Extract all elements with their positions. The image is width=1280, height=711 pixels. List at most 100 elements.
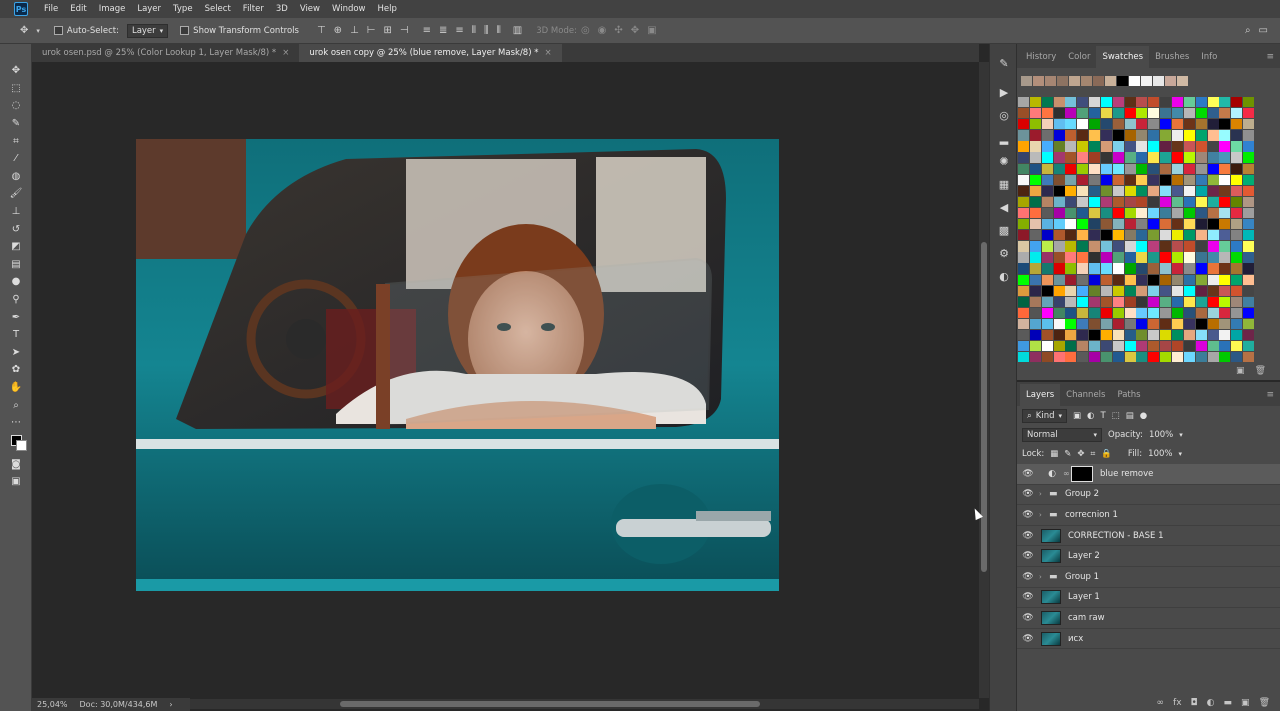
swatch[interactable] (1207, 263, 1219, 274)
swatch[interactable] (1148, 241, 1160, 252)
properties-icon[interactable]: ▦ (990, 173, 1018, 196)
swatch[interactable] (1207, 185, 1219, 197)
swatch[interactable] (1029, 285, 1041, 296)
swatch[interactable] (1053, 241, 1065, 252)
swatch[interactable] (1100, 296, 1112, 307)
quick-mask-icon[interactable]: ◙ (0, 455, 32, 473)
swatch[interactable] (1089, 130, 1101, 141)
swatch[interactable] (1105, 76, 1116, 87)
swatch[interactable] (1136, 241, 1148, 252)
swatch[interactable] (1089, 163, 1101, 174)
swatch[interactable] (1029, 119, 1041, 130)
swatch[interactable] (1053, 219, 1065, 230)
swatch[interactable] (1136, 230, 1148, 241)
swatch[interactable] (1077, 196, 1089, 208)
chevron-right-icon[interactable]: › (1039, 511, 1049, 519)
swatch[interactable] (1124, 141, 1136, 152)
swatch[interactable] (1018, 97, 1029, 108)
swatch[interactable] (1136, 141, 1148, 152)
swatch[interactable] (1112, 152, 1124, 163)
swatch[interactable] (1136, 274, 1148, 285)
swatch[interactable] (1124, 219, 1136, 230)
swatch[interactable] (1100, 119, 1112, 130)
swatch[interactable] (1053, 352, 1065, 363)
distribute-left-icon[interactable]: ⫴ (472, 25, 476, 36)
swatch[interactable] (1160, 219, 1172, 230)
eye-icon[interactable]: 👁 (1017, 489, 1039, 499)
swatch[interactable] (1065, 296, 1077, 307)
swatch[interactable] (1077, 163, 1089, 174)
chevron-down-icon[interactable]: ▾ (1178, 450, 1182, 458)
stamp-tool-icon[interactable]: ⊥ (0, 203, 32, 221)
swatch[interactable] (1148, 163, 1160, 174)
swatch[interactable] (1100, 108, 1112, 119)
swatch[interactable] (1029, 352, 1041, 363)
swatch[interactable] (1183, 108, 1195, 119)
play-icon[interactable]: ▶ (990, 81, 1018, 104)
swatch[interactable] (1160, 252, 1172, 263)
swatch[interactable] (1231, 307, 1243, 319)
swatch[interactable] (1117, 76, 1128, 87)
horizontal-scrollbar[interactable] (190, 699, 979, 709)
swatch[interactable] (1195, 341, 1207, 352)
swatch[interactable] (1160, 263, 1172, 274)
swatches-thumb-icon[interactable]: ▩ (990, 219, 1018, 242)
swatch[interactable] (1183, 141, 1195, 152)
tab-swatches[interactable]: Swatches (1096, 46, 1150, 68)
layer-mask-thumbnail[interactable] (1071, 465, 1093, 482)
eyedropper-tool-icon[interactable]: ⁄ (0, 150, 32, 168)
swatch[interactable] (1057, 76, 1068, 87)
swatch[interactable] (1045, 76, 1056, 87)
swatch[interactable] (1065, 307, 1077, 319)
swatch[interactable] (1171, 296, 1183, 307)
swatch[interactable] (1136, 318, 1148, 330)
swatch[interactable] (1124, 241, 1136, 252)
swatch[interactable] (1231, 296, 1243, 307)
lock-artboard-icon[interactable]: ⌗ (1091, 449, 1096, 459)
swatch[interactable] (1053, 329, 1065, 341)
zoom-level[interactable]: 25,04% (37, 700, 68, 709)
swatch[interactable] (1077, 285, 1089, 296)
swatch[interactable] (1148, 207, 1160, 219)
swatch[interactable] (1112, 318, 1124, 330)
swatch[interactable] (1171, 263, 1183, 274)
panel-menu-icon[interactable]: ≡ (1266, 384, 1274, 406)
swatch[interactable] (1081, 76, 1092, 87)
sound-icon[interactable]: ◀ (990, 196, 1018, 219)
swatch[interactable] (1160, 185, 1172, 197)
swatch[interactable] (1112, 97, 1124, 108)
swatch[interactable] (1243, 119, 1255, 130)
swatch[interactable] (1243, 97, 1255, 108)
filter-type-icon[interactable]: T (1100, 411, 1105, 421)
scroll-thumb[interactable] (340, 701, 760, 707)
swatch[interactable] (1160, 352, 1172, 363)
swatch[interactable] (1219, 130, 1231, 141)
swatch[interactable] (1065, 219, 1077, 230)
swatch[interactable] (1124, 341, 1136, 352)
swatch[interactable] (1171, 196, 1183, 208)
swatch[interactable] (1148, 152, 1160, 163)
swatch[interactable] (1029, 341, 1041, 352)
swatch[interactable] (1089, 329, 1101, 341)
swatch[interactable] (1171, 163, 1183, 174)
swatch[interactable] (1089, 263, 1101, 274)
swatch[interactable] (1195, 285, 1207, 296)
swatch[interactable] (1093, 76, 1104, 87)
swatch[interactable] (1124, 174, 1136, 185)
new-layer-icon[interactable]: ▣ (1241, 698, 1250, 708)
swatch[interactable] (1183, 252, 1195, 263)
swatch[interactable] (1041, 274, 1053, 285)
swatch[interactable] (1207, 341, 1219, 352)
swatch[interactable] (1136, 119, 1148, 130)
swatch[interactable] (1112, 130, 1124, 141)
swatch[interactable] (1065, 108, 1077, 119)
swatch[interactable] (1183, 163, 1195, 174)
swatch[interactable] (1160, 174, 1172, 185)
show-transform-checkbox[interactable] (180, 26, 190, 35)
swatch[interactable] (1171, 207, 1183, 219)
swatch[interactable] (1171, 329, 1183, 341)
swatch[interactable] (1100, 141, 1112, 152)
distribute-right-icon[interactable]: ⫴ (497, 25, 501, 36)
menu-3d[interactable]: 3D (270, 4, 294, 14)
swatch[interactable] (1219, 274, 1231, 285)
